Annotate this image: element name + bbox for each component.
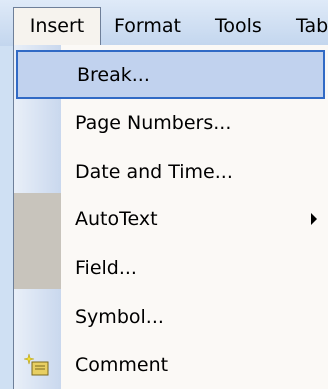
comment-icon [24, 353, 49, 376]
menu-item-date-and-time[interactable]: Date and Time... [14, 147, 328, 196]
menu-item-label: Date and Time... [75, 160, 233, 183]
menu-item-symbol[interactable]: Symbol... [14, 292, 328, 341]
submenu-arrow-icon [311, 212, 317, 225]
menu-insert[interactable]: Insert [13, 7, 101, 45]
menu-item-label: AutoText [75, 207, 158, 230]
menu-item-label: Page Numbers... [75, 111, 232, 134]
menu-item-label: Comment [75, 353, 169, 376]
menu-item-label: Field... [75, 256, 137, 279]
menu-item-field[interactable]: Field... [14, 243, 328, 292]
menu-item-break[interactable]: Break... [16, 50, 325, 99]
menu-table[interactable]: Tab [296, 8, 328, 46]
menu-item-label: Symbol... [75, 305, 164, 328]
menu-format[interactable]: Format [114, 8, 181, 46]
insert-dropdown-menu: Break... Page Numbers... Date and Time..… [13, 45, 328, 389]
menu-item-page-numbers[interactable]: Page Numbers... [14, 98, 328, 147]
menu-item-label: Break... [77, 63, 150, 86]
menu-item-autotext[interactable]: AutoText [14, 194, 328, 243]
menu-bar: Insert Format Tools Tab [0, 0, 328, 46]
menu-tools[interactable]: Tools [215, 8, 262, 46]
menu-item-comment[interactable]: Comment [14, 340, 328, 389]
